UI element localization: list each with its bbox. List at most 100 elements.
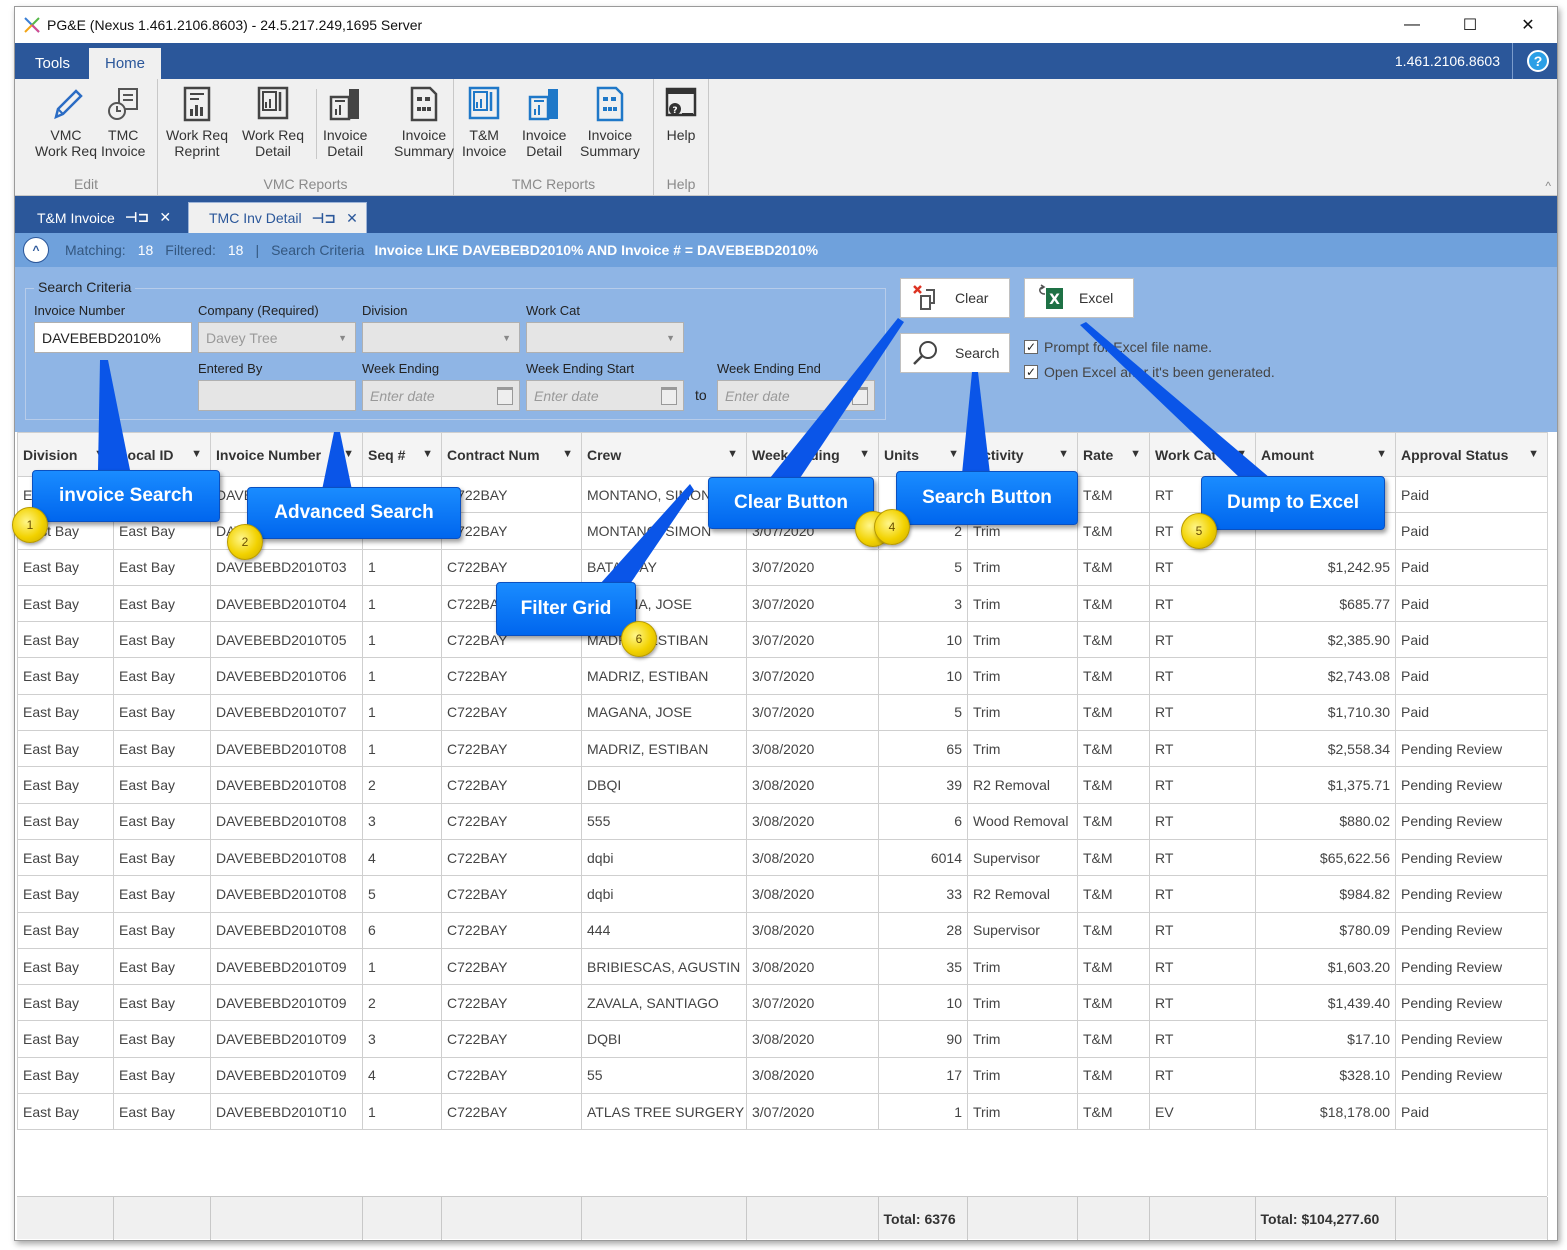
close-window-button[interactable]: ✕ (1499, 7, 1557, 43)
cell-activity: R2 Removal (967, 766, 1078, 804)
tm-invoice-button[interactable]: T&M Invoice (462, 85, 506, 159)
table-row[interactable]: East Bay East Bay DAVEBEBD2010T07 1 C722BAY M… (17, 693, 1548, 732)
pin-icon[interactable]: ⊣⊐ (125, 209, 150, 226)
collapse-search-button[interactable]: ^ (23, 237, 49, 263)
open-excel-checkbox[interactable]: ✓ (1024, 365, 1038, 379)
ribbon-collapse-icon[interactable]: ^ (1545, 179, 1551, 193)
table-row[interactable]: East Bay East Bay DAVEBEBD2010T09 2 C722BAY Z… (17, 984, 1548, 1022)
column-header-invoice-number[interactable]: Invoice Number ▼ (210, 432, 363, 477)
search-button[interactable]: Search (900, 333, 1010, 373)
table-row[interactable]: East Bay East Bay DAVEBEBD2010T08 6 C722BAY 4… (17, 911, 1548, 949)
filter-icon[interactable]: ▼ (948, 448, 959, 460)
calendar-icon[interactable] (852, 387, 868, 405)
filter-icon[interactable]: ▼ (191, 448, 202, 460)
help-button[interactable]: ? Help (663, 85, 699, 143)
prompt-excel-checkbox-row[interactable]: ✓ Prompt for Excel file name. (1024, 339, 1212, 355)
filter-icon[interactable]: ▼ (1130, 448, 1141, 460)
grid-vertical-scrollbar[interactable] (1547, 432, 1557, 1196)
table-row[interactable]: East Bay East Bay DAVEBEBD2010T09 1 C722BAY B… (17, 947, 1548, 986)
help-icon[interactable]: ? (1527, 50, 1549, 72)
close-tab-icon[interactable]: ✕ (159, 209, 171, 226)
cell-work-cat: RT (1149, 693, 1256, 732)
button-label: Work Req (35, 143, 97, 159)
week-ending-end-input[interactable]: Enter date (717, 380, 875, 411)
open-excel-checkbox-row[interactable]: ✓ Open Excel after it's been generated. (1024, 364, 1275, 380)
table-row[interactable]: East Bay East Bay DAVEBEBD2010T10 1 C722BAY A… (17, 1093, 1548, 1131)
tab-tools[interactable]: Tools (19, 48, 86, 79)
callout-dump-to-excel: Dump to Excel (1201, 476, 1385, 530)
maximize-button[interactable]: ☐ (1441, 7, 1499, 43)
doc-tab-tmc-inv-detail[interactable]: TMC Inv Detail ⊣⊐ ✕ (188, 202, 367, 233)
company-select[interactable]: Davey Tree ▼ (198, 322, 356, 353)
filter-icon[interactable]: ▼ (859, 448, 870, 460)
column-header-seq[interactable]: Seq # ▼ (362, 432, 442, 477)
minimize-button[interactable]: — (1383, 7, 1441, 43)
pin-icon[interactable]: ⊣⊐ (312, 210, 337, 227)
doc-tab-tm-invoice[interactable]: T&M Invoice ⊣⊐ ✕ (17, 202, 179, 233)
work-req-reprint-button[interactable]: Work Req Reprint (166, 85, 228, 159)
column-header-approval-status[interactable]: Approval Status ▼ (1395, 432, 1548, 477)
filter-icon[interactable]: ▼ (727, 448, 738, 460)
work-cat-select[interactable]: ▼ (526, 322, 684, 353)
button-label: Work Req (166, 127, 228, 143)
calendar-icon[interactable] (497, 387, 513, 405)
vmc-invoice-detail-button[interactable]: Invoice Detail (323, 85, 367, 159)
cell-approval-status: Pending Review (1395, 875, 1548, 913)
tab-home[interactable]: Home (89, 48, 162, 79)
cell-contract-num: C722BAY (441, 947, 582, 986)
filter-icon[interactable]: ▼ (422, 448, 433, 460)
column-header-week-ending[interactable]: Week Ending ▼ (746, 432, 879, 477)
cell-seq: 1 (362, 621, 442, 659)
tmc-invoice-button[interactable]: TMC Invoice (101, 85, 145, 159)
column-header-crew[interactable]: Crew ▼ (581, 432, 747, 477)
filter-icon[interactable]: ▼ (562, 448, 573, 460)
filter-icon[interactable]: ▼ (1528, 448, 1539, 460)
work-req-detail-button[interactable]: Work Req Detail (242, 85, 304, 159)
filter-icon[interactable]: ▼ (1376, 448, 1387, 460)
week-ending-start-input[interactable]: Enter date (526, 380, 684, 411)
table-row[interactable]: East Bay East Bay DAVEBEBD2010T06 1 C722BAY M… (17, 657, 1548, 695)
cell-week-ending: 3/08/2020 (746, 802, 879, 840)
cell-crew: ATLAS TREE SURGERY (581, 1093, 747, 1131)
filter-icon[interactable]: ▼ (1236, 448, 1247, 460)
tmc-invoice-detail-button[interactable]: Invoice Detail (522, 85, 566, 159)
prompt-excel-checkbox[interactable]: ✓ (1024, 340, 1038, 354)
table-row[interactable]: East Bay East Bay DAVEBEBD2010T05 1 C722BAY M… (17, 621, 1548, 659)
cell-approval-status: Pending Review (1395, 947, 1548, 986)
table-row[interactable]: East Bay East Bay DAVEBEBD2010T08 4 C722BAY d… (17, 838, 1548, 877)
button-label: Summary (394, 143, 454, 159)
vmc-work-req-button[interactable]: VMC Work Req (35, 85, 97, 159)
cell-local-id: East Bay (113, 730, 211, 768)
tmc-invoice-summary-button[interactable]: Invoice Summary (580, 85, 640, 159)
filter-icon[interactable]: ▼ (94, 448, 105, 460)
table-row[interactable]: East Bay East Bay DAVEBEBD2010T04 1 C722BAY M… (17, 584, 1548, 623)
column-header-rate[interactable]: Rate ▼ (1077, 432, 1150, 477)
week-ending-input[interactable]: Enter date (362, 380, 520, 411)
table-row[interactable]: East Bay East Bay DAVEBEBD2010T08 5 C722BAY d… (17, 875, 1548, 913)
table-row[interactable]: East Bay East Bay DAVEBEBD2010T09 3 C722BAY D… (17, 1020, 1548, 1058)
cell-crew: ZAVALA, SANTIAGO (581, 984, 747, 1022)
division-select[interactable]: ▼ (362, 322, 520, 353)
column-header-contract-num[interactable]: Contract Num ▼ (441, 432, 582, 477)
column-header-work-cat[interactable]: Work Cat ▼ (1149, 432, 1256, 477)
table-row[interactable]: East Bay East Bay DAVEBEBD2010T09 4 C722BAY 5… (17, 1056, 1548, 1095)
calendar-icon[interactable] (661, 387, 677, 405)
invoice-detail-icon (528, 89, 559, 121)
clear-button[interactable]: Clear (900, 278, 1010, 318)
table-row[interactable]: East Bay East Bay DAVEBEBD2010T08 1 C722BAY M… (17, 730, 1548, 768)
filter-icon[interactable]: ▼ (343, 448, 354, 460)
vmc-invoice-summary-button[interactable]: Invoice Summary (394, 85, 454, 159)
filter-icon[interactable]: ▼ (1058, 448, 1069, 460)
column-header-units[interactable]: Units ▼ (878, 432, 968, 477)
entered-by-input[interactable] (198, 380, 356, 411)
ribbon-tab-bar: Tools Home 1.461.2106.8603 ? (15, 43, 1557, 79)
cell-week-ending: 3/08/2020 (746, 730, 879, 768)
excel-button[interactable]: X Excel (1024, 278, 1134, 318)
chevron-down-icon: ▼ (502, 332, 511, 343)
table-row[interactable]: East Bay East Bay DAVEBEBD2010T08 2 C722BAY D… (17, 766, 1548, 804)
close-tab-icon[interactable]: ✕ (346, 210, 358, 227)
column-header-activity[interactable]: Activity ▼ (967, 432, 1078, 477)
invoice-number-input[interactable]: DAVEBEBD2010% (34, 322, 192, 353)
table-row[interactable]: East Bay East Bay DAVEBEBD2010T08 3 C722BAY 5… (17, 802, 1548, 840)
column-header-amount[interactable]: Amount ▼ (1255, 432, 1396, 477)
